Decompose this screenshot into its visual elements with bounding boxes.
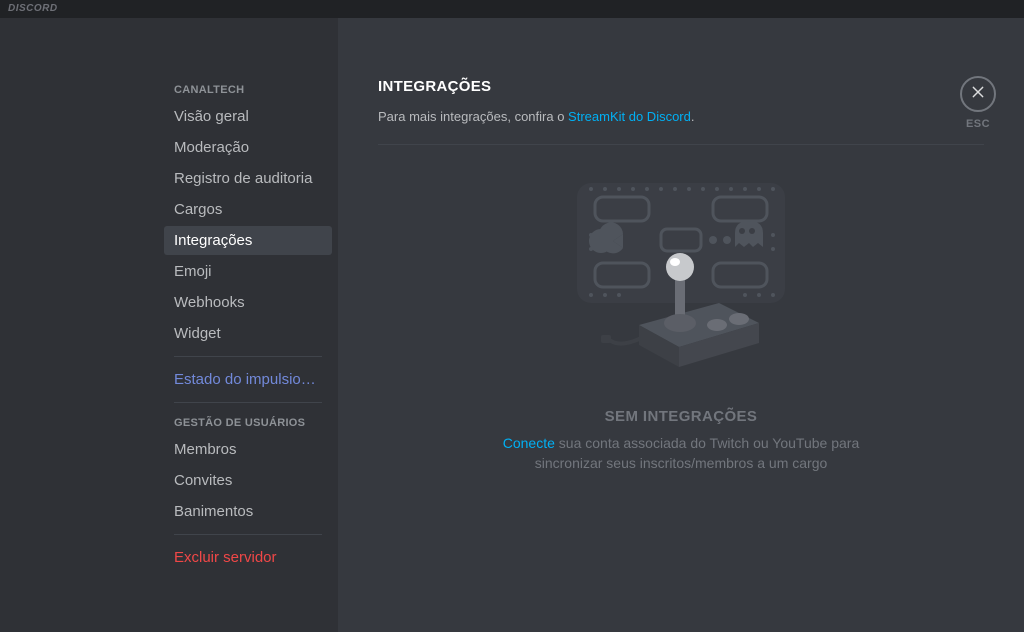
sidebar-item-label: Banimentos — [174, 503, 253, 520]
sidebar-item-boost-status[interactable]: Estado do impulsionam... — [164, 365, 332, 394]
empty-state-description: Conecte sua conta associada do Twitch ou… — [471, 433, 891, 474]
sidebar-item-label: Membros — [174, 441, 237, 458]
sidebar-item-label: Integrações — [174, 232, 252, 249]
sidebar-item-label: Visão geral — [174, 108, 249, 125]
sidebar-item-bans[interactable]: Banimentos — [164, 497, 332, 526]
sidebar-item-roles[interactable]: Cargos — [164, 195, 332, 224]
settings-sidebar: CANALTECH Visão geral Moderação Registro… — [0, 18, 338, 632]
sidebar-item-integrations[interactable]: Integrações — [164, 226, 332, 255]
app-wordmark: DISCORD — [8, 3, 58, 14]
sidebar-item-emoji[interactable]: Emoji — [164, 257, 332, 286]
streamkit-link[interactable]: StreamKit do Discord — [568, 109, 691, 124]
joystick-illustration-icon — [541, 175, 821, 380]
sidebar-item-label: Widget — [174, 325, 221, 342]
sidebar-header-server: CANALTECH — [164, 78, 332, 102]
sidebar-item-label: Estado do impulsionam... — [174, 371, 332, 388]
server-settings-layer: CANALTECH Visão geral Moderação Registro… — [0, 18, 1024, 632]
close-area: ESC — [960, 76, 996, 130]
sidebar-separator — [174, 534, 322, 535]
sidebar-item-label: Excluir servidor — [174, 549, 277, 566]
sidebar-item-members[interactable]: Membros — [164, 435, 332, 464]
page-title: INTEGRAÇÕES — [378, 78, 984, 95]
settings-nav: CANALTECH Visão geral Moderação Registro… — [150, 18, 338, 632]
close-button[interactable] — [960, 76, 996, 112]
sidebar-separator — [174, 402, 322, 403]
connect-account-link[interactable]: Conecte — [503, 435, 555, 451]
sidebar-item-label: Moderação — [174, 139, 249, 156]
sidebar-separator — [174, 356, 322, 357]
sidebar-header-user-mgmt: GESTÃO DE USUÁRIOS — [164, 411, 332, 435]
integrations-subtitle: Para mais integrações, confira o StreamK… — [378, 109, 984, 145]
sidebar-item-webhooks[interactable]: Webhooks — [164, 288, 332, 317]
sidebar-item-label: Cargos — [174, 201, 222, 218]
sidebar-item-label: Convites — [174, 472, 232, 489]
sidebar-item-invites[interactable]: Convites — [164, 466, 332, 495]
sidebar-item-moderation[interactable]: Moderação — [164, 133, 332, 162]
close-label: ESC — [960, 118, 996, 130]
subtitle-suffix: . — [691, 109, 695, 124]
sidebar-item-label: Registro de auditoria — [174, 170, 312, 187]
settings-content: ESC INTEGRAÇÕES Para mais integrações, c… — [338, 18, 1024, 632]
titlebar: DISCORD — [0, 0, 1024, 18]
sidebar-item-overview[interactable]: Visão geral — [164, 102, 332, 131]
sidebar-item-label: Emoji — [174, 263, 212, 280]
empty-state-title: SEM INTEGRAÇÕES — [378, 408, 984, 425]
integrations-empty-state: SEM INTEGRAÇÕES Conecte sua conta associ… — [378, 175, 984, 474]
sidebar-item-label: Webhooks — [174, 294, 245, 311]
empty-state-text: sua conta associada do Twitch ou YouTube… — [535, 435, 860, 471]
sidebar-item-widget[interactable]: Widget — [164, 319, 332, 348]
subtitle-text: Para mais integrações, confira o — [378, 109, 568, 124]
close-icon — [970, 84, 986, 105]
sidebar-item-audit-log[interactable]: Registro de auditoria — [164, 164, 332, 193]
sidebar-item-delete-server[interactable]: Excluir servidor — [164, 543, 332, 572]
